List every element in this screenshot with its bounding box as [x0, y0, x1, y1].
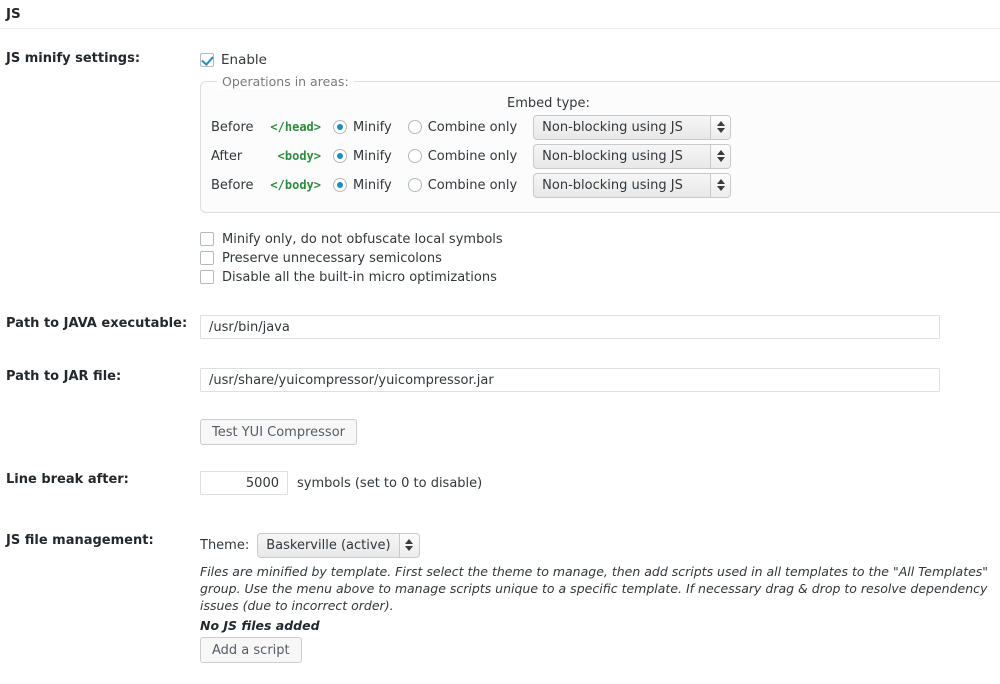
- add-a-script-button[interactable]: Add a script: [200, 637, 302, 663]
- preserve-semicolons-label: Preserve unnecessary semicolons: [222, 251, 442, 266]
- radio-minify[interactable]: [333, 178, 347, 192]
- js-file-management-row: JS file management: Theme: Baskerville (…: [0, 532, 1000, 663]
- js-minify-settings-field: Enable Operations in areas: Embed type: …: [200, 50, 1000, 287]
- test-compressor-row: Test YUI Compressor: [0, 419, 1000, 445]
- operations-fieldset-legend: Operations in areas:: [217, 74, 354, 89]
- theme-row: Theme: Baskerville (active): [200, 532, 1000, 558]
- minify-option-row[interactable]: Minify only, do not obfuscate local symb…: [200, 230, 1000, 248]
- minify-option-row[interactable]: Preserve unnecessary semicolons: [200, 249, 1000, 267]
- line-break-label: Line break after:: [0, 471, 200, 488]
- line-break-row: Line break after: 5000 symbols (set to 0…: [0, 471, 1000, 495]
- page-title: JS: [6, 6, 1000, 22]
- embed-type-select[interactable]: Non-blocking using JS: [533, 173, 731, 198]
- test-compressor-field: Test YUI Compressor: [200, 419, 1000, 445]
- operation-position: Before: [211, 120, 255, 135]
- radio-combine-only-label: Combine only: [428, 178, 517, 193]
- operation-mode-group: Minify Combine only: [333, 149, 517, 164]
- disable-micro-optimizations-checkbox[interactable]: [200, 270, 214, 284]
- radio-minify[interactable]: [333, 120, 347, 134]
- preserve-semicolons-checkbox[interactable]: [200, 251, 214, 265]
- chevron-updown-icon: [710, 174, 730, 197]
- chevron-updown-icon: [710, 145, 730, 168]
- line-break-suffix: symbols (set to 0 to disable): [297, 476, 482, 491]
- embed-type-select-value: Non-blocking using JS: [534, 145, 710, 168]
- radio-combine-only[interactable]: [408, 178, 422, 192]
- minify-options-list: Minify only, do not obfuscate local symb…: [200, 230, 1000, 286]
- operation-tag: </body>: [255, 178, 325, 192]
- js-file-management-description: Files are minified by template. First se…: [200, 563, 990, 614]
- radio-combine-only-label: Combine only: [428, 120, 517, 135]
- embed-type-label: Embed type:: [507, 96, 997, 111]
- theme-select-value: Baskerville (active): [258, 534, 398, 557]
- disable-micro-optimizations-label: Disable all the built-in micro optimizat…: [222, 270, 497, 285]
- minify-only-label: Minify only, do not obfuscate local symb…: [222, 232, 503, 247]
- operation-mode-group: Minify Combine only: [333, 178, 517, 193]
- radio-minify-label: Minify: [353, 178, 392, 193]
- radio-minify-label: Minify: [353, 149, 392, 164]
- jar-path-field: /usr/share/yuicompressor/yuicompressor.j…: [200, 368, 1000, 392]
- minify-only-checkbox[interactable]: [200, 232, 214, 246]
- operation-position: Before: [211, 178, 255, 193]
- operation-row: After <body> Minify Combine only Non-blo…: [211, 142, 997, 170]
- java-path-input[interactable]: /usr/bin/java: [200, 315, 940, 339]
- operation-mode-group: Minify Combine only: [333, 120, 517, 135]
- enable-checkbox[interactable]: [200, 53, 214, 67]
- embed-type-select-value: Non-blocking using JS: [534, 174, 710, 197]
- java-path-row: Path to JAVA executable: /usr/bin/java: [0, 315, 1000, 339]
- no-js-files-label: No JS files added: [200, 618, 1000, 633]
- jar-path-row: Path to JAR file: /usr/share/yuicompress…: [0, 368, 1000, 392]
- radio-combine-only[interactable]: [408, 149, 422, 163]
- add-script-row: Add a script: [200, 637, 1000, 663]
- operations-in-areas-fieldset: Operations in areas: Embed type: Before …: [200, 81, 1000, 213]
- operation-tag: <body>: [255, 149, 325, 163]
- jar-path-input[interactable]: /usr/share/yuicompressor/yuicompressor.j…: [200, 368, 940, 392]
- line-break-field: 5000 symbols (set to 0 to disable): [200, 471, 1000, 495]
- theme-label: Theme:: [200, 538, 249, 553]
- java-path-field: /usr/bin/java: [200, 315, 1000, 339]
- enable-label: Enable: [221, 52, 267, 68]
- operation-tag: </head>: [255, 120, 325, 134]
- embed-type-select[interactable]: Non-blocking using JS: [533, 115, 731, 140]
- java-path-label: Path to JAVA executable:: [0, 315, 200, 332]
- radio-minify[interactable]: [333, 149, 347, 163]
- chevron-updown-icon: [710, 116, 730, 139]
- embed-type-select-value: Non-blocking using JS: [534, 116, 710, 139]
- js-file-management-label: JS file management:: [0, 532, 200, 549]
- js-minify-settings-label: JS minify settings:: [0, 50, 200, 67]
- js-file-management-field: Theme: Baskerville (active) Files are mi…: [200, 532, 1000, 663]
- js-minify-settings-row: JS minify settings: Enable Operations in…: [0, 50, 1000, 287]
- embed-type-select[interactable]: Non-blocking using JS: [533, 144, 731, 169]
- operation-row: Before </head> Minify Combine only Non-b…: [211, 113, 997, 141]
- page-header: JS: [0, 0, 1000, 29]
- radio-combine-only[interactable]: [408, 120, 422, 134]
- operation-position: After: [211, 149, 255, 164]
- test-yui-compressor-button[interactable]: Test YUI Compressor: [200, 419, 357, 445]
- operation-row: Before </body> Minify Combine only Non-b…: [211, 171, 997, 199]
- jar-path-label: Path to JAR file:: [0, 368, 200, 385]
- chevron-updown-icon: [399, 534, 419, 557]
- theme-select[interactable]: Baskerville (active): [257, 533, 419, 558]
- radio-combine-only-label: Combine only: [428, 149, 517, 164]
- enable-row[interactable]: Enable: [200, 50, 1000, 70]
- radio-minify-label: Minify: [353, 120, 392, 135]
- line-break-input[interactable]: 5000: [200, 471, 288, 495]
- minify-option-row[interactable]: Disable all the built-in micro optimizat…: [200, 268, 1000, 286]
